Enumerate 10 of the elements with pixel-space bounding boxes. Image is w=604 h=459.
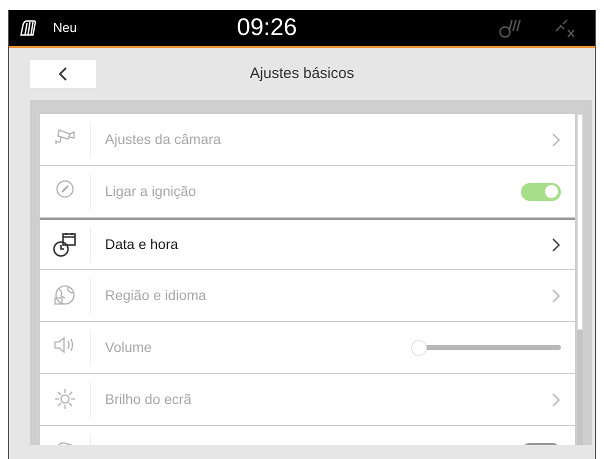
settings-row[interactable]: Data e hora — [40, 218, 575, 269]
setting-label: Região e idioma — [105, 286, 206, 305]
clock-time: 09:26 — [236, 13, 297, 43]
setting-label: Volume — [105, 338, 152, 357]
setting-label: Brilho do ecrã — [105, 390, 192, 409]
setting-label: Ajustes da câmara — [105, 130, 221, 149]
page-title: Ajustes básicos — [250, 64, 354, 84]
profile-name: Neu — [53, 19, 77, 38]
setting-label: Ligar a ignição — [105, 182, 196, 201]
setting-label: Data e hora — [105, 235, 178, 254]
